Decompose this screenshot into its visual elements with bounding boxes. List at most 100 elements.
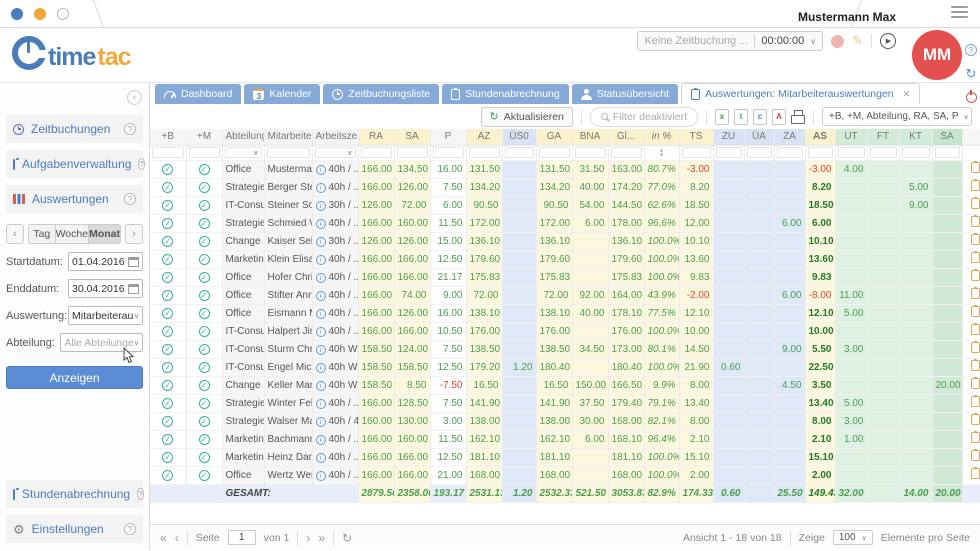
filter-cell-sa[interactable] (394, 145, 430, 160)
info-icon[interactable]: i (316, 201, 326, 211)
last-page-icon[interactable]: » (318, 531, 325, 545)
check-icon[interactable]: ✓ (199, 290, 210, 301)
details-clipboard-icon[interactable] (971, 432, 980, 443)
check-icon[interactable]: ✓ (199, 308, 210, 319)
column-header-ut[interactable]: UT (835, 129, 867, 145)
filter-cell-arbeitszeit[interactable]: ∨ (312, 145, 358, 160)
column-header-ft[interactable]: FT (867, 129, 899, 145)
filter-button[interactable]: Filter deaktiviert (590, 107, 698, 127)
filter-cell-as[interactable] (805, 145, 835, 160)
info-icon[interactable]: i (316, 453, 326, 463)
filter-cell-ua[interactable] (744, 145, 774, 160)
details-clipboard-icon[interactable] (971, 252, 980, 263)
tab-dashboard[interactable]: Dashboard (155, 84, 241, 104)
check-icon[interactable]: ✓ (199, 398, 210, 409)
help-icon[interactable]: ? (137, 488, 143, 500)
filter-cell-us0[interactable] (502, 145, 536, 160)
filter-cell-bna[interactable] (572, 145, 608, 160)
details-clipboard-icon[interactable] (971, 234, 980, 245)
check-icon[interactable]: ✓ (199, 254, 210, 265)
filter-cell-ft[interactable] (867, 145, 899, 160)
info-icon[interactable]: i (316, 291, 326, 301)
window-control-white[interactable] (57, 8, 69, 20)
column-header-ra[interactable]: RA (358, 129, 394, 145)
column-header-za[interactable]: ZA (774, 129, 805, 145)
refresh-button[interactable]: ↻ Aktualisieren (481, 107, 573, 127)
details-clipboard-icon[interactable] (971, 450, 980, 461)
check-icon[interactable]: ✓ (199, 470, 210, 481)
info-icon[interactable]: i (316, 219, 326, 229)
details-clipboard-icon[interactable] (971, 360, 980, 371)
column-header-ga[interactable]: GA (536, 129, 572, 145)
check-icon[interactable]: ✓ (199, 200, 210, 211)
auswertung-select[interactable]: Mitarbeiterau ∨ (68, 306, 143, 325)
next-page-icon[interactable]: › (306, 531, 310, 545)
filter-cell-zu[interactable] (713, 145, 744, 160)
details-clipboard-icon[interactable] (971, 378, 980, 389)
details-clipboard-icon[interactable] (971, 198, 980, 209)
pdf-export-icon[interactable]: A (772, 109, 786, 125)
menu-icon[interactable] (951, 6, 968, 18)
page-input[interactable] (228, 530, 256, 545)
check-icon[interactable]: ✓ (162, 218, 173, 229)
info-icon[interactable]: i (316, 183, 326, 193)
sidebar-item-auswertungen[interactable]: Auswertungen? (6, 185, 143, 213)
details-clipboard-icon[interactable] (971, 288, 980, 299)
column-header-bna[interactable]: BNA (572, 129, 608, 145)
print-icon[interactable] (791, 115, 805, 124)
sidebar-item-aufgabenverwaltung[interactable]: Aufgabenverwaltung? (6, 150, 143, 178)
check-icon[interactable]: ✓ (162, 326, 173, 337)
filter-cell-mitarbeiter[interactable] (264, 145, 312, 160)
details-clipboard-icon[interactable] (971, 270, 980, 281)
details-clipboard-icon[interactable] (971, 216, 980, 227)
anzeigen-button[interactable]: Anzeigen (6, 366, 143, 389)
check-icon[interactable]: ✓ (199, 380, 210, 391)
sidebar-item-einstellungen[interactable]: ⚙Einstellungen? (6, 515, 143, 543)
info-icon[interactable]: i (316, 237, 326, 247)
filter-cell-p[interactable] (430, 145, 466, 160)
info-icon[interactable]: i (316, 309, 326, 319)
details-clipboard-icon[interactable] (971, 180, 980, 191)
columns-dropdown[interactable]: +B, +M, Abteilung, RA, SA, P ∨ (822, 107, 972, 126)
check-icon[interactable]: ✓ (199, 236, 210, 247)
reload-icon[interactable]: ↻ (342, 531, 352, 545)
page-size-select[interactable]: 100 ∨ (833, 530, 873, 545)
column-header-arbeitszeit[interactable]: Arbeitsze... (312, 129, 358, 145)
check-icon[interactable]: ✓ (199, 452, 210, 463)
column-header-mitarbeiter[interactable]: Mitarbeiter (264, 129, 312, 145)
period-next-button[interactable]: › (125, 224, 143, 244)
check-icon[interactable]: ✓ (199, 416, 210, 427)
filter-cell-gl[interactable] (608, 145, 644, 160)
info-icon[interactable]: i (316, 273, 326, 283)
column-header-b[interactable]: +B (150, 129, 186, 145)
window-control-orange[interactable] (34, 8, 46, 20)
sidebar-item-zeitbuchungen[interactable]: Zeitbuchungen? (6, 115, 143, 143)
period-tab-woche[interactable]: Woche (56, 225, 90, 243)
close-icon[interactable]: ✕ (903, 89, 911, 100)
tab-auswertungen-mitarbeiterauswertungen[interactable]: Auswertungen: Mitarbeiterauswertungen✕ (681, 83, 920, 104)
tab-kalender[interactable]: 3Kalender (244, 84, 320, 104)
filter-cell-b[interactable] (150, 145, 186, 160)
filter-cell-az[interactable] (466, 145, 502, 160)
sidebar-collapse-button[interactable]: ‹ (127, 90, 142, 105)
startdatum-input[interactable]: 01.04.2016 (68, 252, 143, 271)
check-icon[interactable]: ✓ (199, 272, 210, 283)
period-tab-monat[interactable]: Monat (89, 225, 120, 243)
calendar-icon[interactable] (128, 284, 139, 294)
check-icon[interactable]: ✓ (162, 290, 173, 301)
stop-icon[interactable] (831, 35, 844, 48)
details-clipboard-icon[interactable] (971, 342, 980, 353)
tab-status-bersicht[interactable]: Statusübersicht (572, 84, 678, 104)
check-icon[interactable]: ✓ (162, 380, 173, 391)
column-header-m[interactable]: +M (186, 129, 222, 145)
check-icon[interactable]: ✓ (199, 182, 210, 193)
period-prev-button[interactable]: ‹ (6, 224, 24, 244)
column-header-abteilung[interactable]: Abteilung↕ (222, 129, 264, 145)
filter-cell-ut[interactable] (835, 145, 867, 160)
check-icon[interactable]: ✓ (162, 272, 173, 283)
csv-export-icon[interactable]: c (753, 109, 767, 125)
details-clipboard-icon[interactable] (971, 324, 980, 335)
filter-cell-ra[interactable] (358, 145, 394, 160)
info-icon[interactable]: i (316, 417, 326, 427)
info-icon[interactable]: i (316, 327, 326, 337)
